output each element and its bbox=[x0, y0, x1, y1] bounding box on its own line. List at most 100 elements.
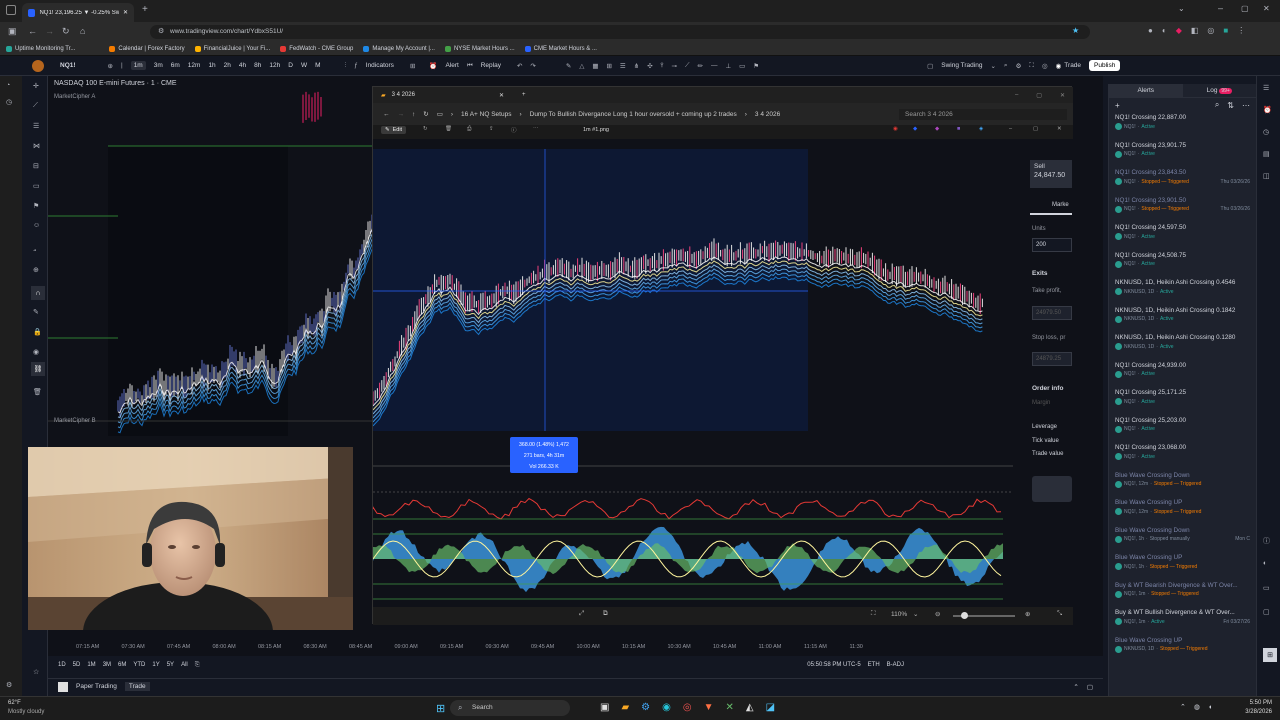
weather-desc[interactable]: Mostly cloudy bbox=[8, 709, 44, 715]
compare-symbol-icon[interactable]: ⊕ bbox=[108, 62, 113, 70]
interval-4h[interactable]: 4h bbox=[239, 62, 246, 69]
time-axis[interactable]: 07:15 AM 07:30 AM 07:45 AM 08:00 AM 08:15 AM… bbox=[48, 640, 908, 654]
bookmark-item[interactable]: CME Market Hours & ... bbox=[524, 45, 597, 52]
extension-icon[interactable]: ◐ bbox=[1162, 26, 1167, 35]
emoji-icon[interactable]: ☺ bbox=[33, 222, 40, 229]
close-tab-icon[interactable]: ✕ bbox=[499, 92, 504, 99]
drawing-tool-icon[interactable]: ✏ bbox=[698, 62, 703, 70]
link-icon[interactable]: ⛓ bbox=[31, 362, 45, 376]
reload-icon[interactable]: ↻ bbox=[423, 110, 428, 118]
close-window-icon[interactable]: ✕ bbox=[1263, 4, 1270, 13]
forward-icon[interactable]: → bbox=[45, 26, 54, 36]
drawing-tool-icon[interactable]: ▭ bbox=[739, 62, 745, 70]
window-icon[interactable] bbox=[6, 5, 16, 15]
close-icon[interactable]: ✕ bbox=[1057, 126, 1062, 132]
app-icon[interactable]: ■ bbox=[957, 126, 960, 132]
range-3M[interactable]: 3M bbox=[103, 662, 111, 668]
brave-icon[interactable]: ▼ bbox=[704, 702, 714, 713]
alert-item[interactable]: NQ1! Crossing 25,171.25 NQ1! · Active bbox=[1109, 387, 1256, 415]
rotate-icon[interactable]: ↻ bbox=[423, 126, 428, 132]
range-1Y[interactable]: 1Y bbox=[152, 662, 159, 668]
drawing-tool-icon[interactable]: ⊞ bbox=[606, 62, 611, 70]
edge-icon[interactable]: ◉ bbox=[662, 702, 671, 713]
pattern-icon[interactable]: ⋈ bbox=[33, 142, 40, 150]
home-icon[interactable]: ⌂ bbox=[80, 26, 85, 36]
weather-temp[interactable]: 62°F bbox=[8, 700, 21, 706]
interval-1m[interactable]: 1m bbox=[130, 61, 146, 70]
interval-M[interactable]: M bbox=[315, 62, 320, 69]
tray-chevron-icon[interactable]: ⌃ bbox=[1180, 703, 1186, 711]
interval-8h[interactable]: 8h bbox=[254, 62, 261, 69]
breadcrumb-item[interactable]: 16 A+ NQ Setups bbox=[461, 111, 511, 118]
brush-icon[interactable]: ▭ bbox=[33, 182, 40, 190]
history-icon[interactable]: ◷ bbox=[6, 98, 12, 106]
interval-3m[interactable]: 3m bbox=[154, 62, 163, 69]
drawing-tool-icon[interactable]: ▦ bbox=[592, 62, 598, 70]
drawing-tool-icon[interactable]: — bbox=[711, 62, 718, 69]
alert-item[interactable]: NQ1! Crossing 24,939.00 NQ1! · Active bbox=[1109, 360, 1256, 388]
range-5Y[interactable]: 5Y bbox=[167, 662, 174, 668]
replay-button[interactable]: Replay bbox=[481, 62, 501, 69]
range-1M[interactable]: 1M bbox=[87, 662, 95, 668]
place-order-button[interactable] bbox=[1032, 476, 1072, 502]
close-icon[interactable]: ✕ bbox=[1060, 92, 1065, 99]
grid-icon[interactable]: ⊞ bbox=[1263, 648, 1277, 662]
drawing-tool-icon[interactable]: ⊥ bbox=[725, 62, 731, 70]
copilot-icon[interactable]: ◐ bbox=[1263, 560, 1267, 567]
sort-icon[interactable]: ⇅ bbox=[1227, 101, 1234, 110]
range-YTD[interactable]: YTD bbox=[133, 662, 145, 668]
extension-icon[interactable]: ◎ bbox=[1207, 26, 1214, 35]
alert-item[interactable]: NQ1! Crossing 23,068.00 NQ1! · Active bbox=[1109, 442, 1256, 470]
more-icon[interactable]: ⋯ bbox=[533, 126, 539, 132]
app-icon[interactable]: ◪ bbox=[766, 702, 775, 713]
network-icon[interactable]: ◍ bbox=[1194, 703, 1200, 711]
xbox-icon[interactable]: ✕ bbox=[726, 702, 734, 713]
alert-item[interactable]: Blue Wave Crossing UP NQ1!, 12m · Stopped —… bbox=[1109, 497, 1256, 525]
extension-icon[interactable]: ● bbox=[1148, 26, 1153, 35]
back-icon[interactable]: ← bbox=[383, 111, 390, 118]
print-icon[interactable]: ⎙ bbox=[467, 126, 471, 133]
trash-icon[interactable]: 🗑 bbox=[445, 126, 452, 132]
redo-icon[interactable]: ↷ bbox=[530, 62, 535, 70]
extension-icon[interactable]: ◆ bbox=[1176, 26, 1182, 35]
site-info-icon[interactable]: ⚙ bbox=[158, 27, 164, 35]
bookmark-item[interactable]: FedWatch - CME Group bbox=[280, 45, 353, 52]
clock-readout[interactable]: 05:50:58 PM UTC-5 bbox=[807, 662, 860, 668]
bookmark-item[interactable]: NYSE Market Hours ... bbox=[444, 45, 515, 52]
trade-button[interactable]: ◉ Trade bbox=[1056, 62, 1081, 70]
settings-app-icon[interactable]: ⚙ bbox=[641, 702, 650, 713]
url-field[interactable]: www.tradingview.com/chart/YdbxS51U/ bbox=[150, 25, 1090, 39]
alert-item[interactable]: NQ1! Crossing 23,901.50 NQ1! · Stopped — Tr… bbox=[1109, 195, 1256, 223]
units-input[interactable]: 200 bbox=[1032, 238, 1072, 252]
alert-item[interactable]: NQ1! Crossing 24,508.75 NQ1! · Active bbox=[1109, 250, 1256, 278]
keep-drawing-icon[interactable]: ✎ bbox=[33, 308, 39, 316]
maximize-panel-icon[interactable]: ▢ bbox=[1087, 683, 1093, 691]
alert-item[interactable]: NQ1! Crossing 22,887.00 NQ1! · Active bbox=[1109, 112, 1256, 140]
breadcrumb-item[interactable]: Dump To Bullish Divergance Long 1 hour o… bbox=[530, 111, 737, 118]
fit-icon[interactable]: ⤢ bbox=[579, 610, 584, 618]
alert-item[interactable]: NQ1! Crossing 25,203.00 NQ1! · Active bbox=[1109, 415, 1256, 443]
date-range-icon[interactable]: ⎘ bbox=[195, 662, 200, 669]
edit-button[interactable]: ✎ Edit bbox=[381, 126, 407, 134]
bookmark-item[interactable]: Calendar | Forex Factory bbox=[109, 45, 185, 52]
tab-log[interactable]: Log 99+ bbox=[1183, 87, 1257, 94]
fullscreen-icon[interactable]: ⛶ bbox=[1029, 62, 1034, 70]
interval-2h[interactable]: 2h bbox=[224, 62, 231, 69]
sidebar-app-icon[interactable]: ◔ bbox=[6, 82, 10, 89]
snapshot-icon[interactable]: ◎ bbox=[1042, 62, 1048, 70]
back-icon[interactable]: ← bbox=[28, 26, 37, 36]
clock-date[interactable]: 3/28/2026 bbox=[1236, 709, 1272, 715]
app-icon[interactable]: ◭ bbox=[746, 702, 754, 713]
ruler-icon[interactable]: ⟓ bbox=[33, 246, 36, 254]
add-alert-icon[interactable]: + bbox=[1115, 101, 1120, 110]
drawing-tool-icon[interactable]: ✣ bbox=[647, 62, 652, 70]
maximize-icon[interactable]: ▢ bbox=[1033, 126, 1038, 132]
crosshair-icon[interactable]: ✛ bbox=[33, 82, 39, 90]
trade-tab[interactable]: Trade bbox=[124, 682, 150, 691]
alert-item[interactable]: Blue Wave Crossing UP NQ1!, 1h · Stopped — … bbox=[1109, 552, 1256, 580]
reload-icon[interactable]: ↻ bbox=[62, 26, 70, 37]
zoom-out-icon[interactable]: ⊖ bbox=[935, 610, 940, 618]
bookmark-item[interactable]: Uptime Monitoring Tr... bbox=[6, 45, 75, 52]
alerts-icon[interactable]: ⏰ bbox=[1263, 106, 1272, 114]
alert-item[interactable]: Blue Wave Crossing Down NQ1!, 12m · Stopped… bbox=[1109, 470, 1256, 498]
